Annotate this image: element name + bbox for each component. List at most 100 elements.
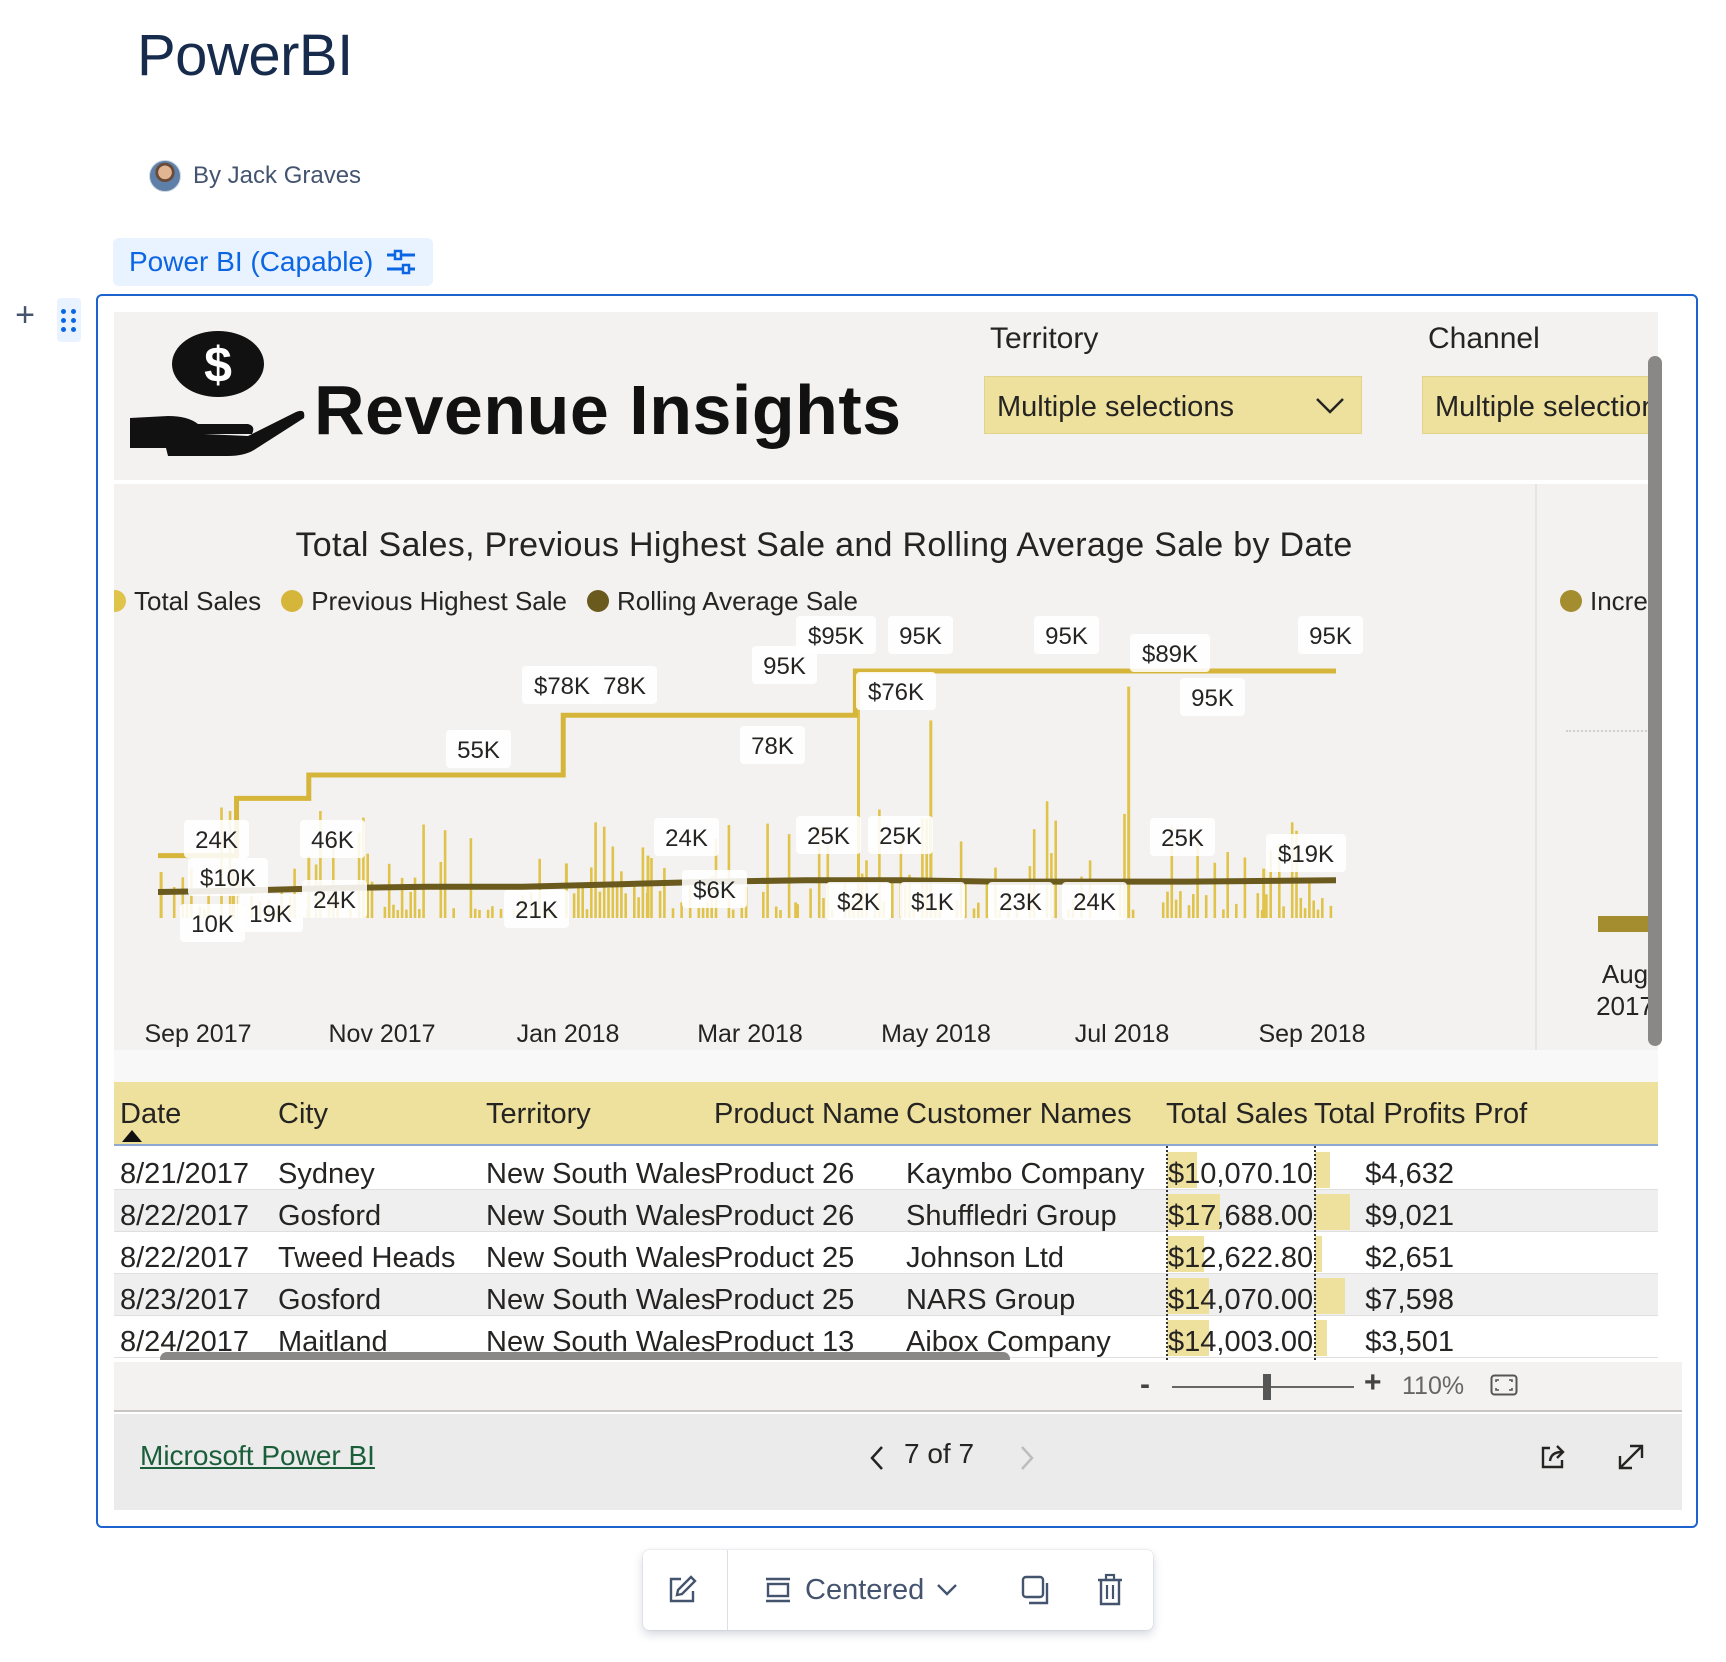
sales-bar <box>1316 909 1320 918</box>
databar-axis-profits <box>1314 1146 1316 1360</box>
insert-plus-icon[interactable]: + <box>10 298 40 332</box>
cell-territory: New South Wales <box>486 1200 716 1232</box>
macro-chip[interactable]: Power BI (Capable) <box>113 238 434 286</box>
sales-bar <box>822 898 825 918</box>
sales-bar <box>1265 894 1268 918</box>
sales-bar <box>473 908 477 918</box>
cell-territory: New South Wales <box>486 1284 716 1316</box>
byline-author[interactable]: By Jack Graves <box>193 162 361 190</box>
data-label: $19K <box>1278 841 1334 868</box>
data-label: 19K <box>249 901 292 928</box>
x-axis-tick-label: Sep 2018 <box>1258 1020 1365 1048</box>
sales-bar <box>602 826 606 918</box>
cell-product-name: Product 26 <box>714 1200 855 1232</box>
sales-combo-chart[interactable]: 24K $10K 10K 19K 46K 24K 55K $78K 78K 21K 24K $6K 78… <box>114 612 1534 1052</box>
previous-page-icon[interactable] <box>868 1444 886 1472</box>
col-header-total-profits[interactable]: Total Profits <box>1314 1098 1466 1131</box>
cell-customer-name: Johnson Ltd <box>906 1242 1065 1274</box>
sales-bar <box>1204 895 1208 918</box>
sales-bar <box>1179 891 1182 918</box>
cell-city: Gosford <box>278 1200 382 1232</box>
avatar[interactable] <box>149 160 181 192</box>
sales-bar <box>1312 900 1315 918</box>
data-label: 24K <box>1073 889 1116 916</box>
table-row[interactable]: 8/22/2017 Tweed Heads New South Wales Produ… <box>114 1232 1658 1274</box>
sales-bar <box>499 908 503 918</box>
col-header-date[interactable]: Date <box>120 1098 181 1131</box>
sales-bar <box>1054 820 1057 918</box>
sales-bar <box>1321 898 1324 918</box>
delete-button[interactable] <box>1095 1570 1125 1610</box>
sales-bar <box>762 891 765 918</box>
share-icon[interactable] <box>1538 1442 1568 1472</box>
cell-total-sales: $12,622.80 <box>1168 1242 1314 1274</box>
x-axis-tick-label: Jan 2018 <box>517 1020 620 1048</box>
sales-bar <box>439 861 443 918</box>
expand-icon[interactable] <box>1616 1442 1646 1472</box>
data-label: 78K <box>603 673 646 700</box>
channel-slicer-dropdown[interactable]: Multiple selections <box>1422 376 1658 434</box>
territory-slicer-dropdown[interactable]: Multiple selections <box>984 376 1362 434</box>
sales-bar <box>731 909 735 918</box>
cell-customer-name: Kaymbo Company <box>906 1158 1145 1190</box>
sales-bar <box>1299 897 1303 918</box>
sales-bar <box>396 910 400 918</box>
drag-handle-icon[interactable] <box>57 298 81 342</box>
sales-bar <box>409 891 412 918</box>
embed-toolbar: Centered <box>643 1550 1153 1630</box>
sales-bar <box>891 880 894 918</box>
table-row[interactable]: 8/22/2017 Gosford New South Wales Product 2… <box>114 1190 1658 1232</box>
sales-bar <box>1192 894 1195 918</box>
svg-text:$: $ <box>204 337 232 393</box>
money-hand-icon: $ <box>130 331 305 456</box>
col-header-profit-margin[interactable]: Prof <box>1474 1098 1527 1131</box>
sales-bar <box>1213 862 1217 918</box>
zoom-in-button[interactable]: + <box>1364 1366 1382 1400</box>
col-header-total-sales[interactable]: Total Sales <box>1166 1098 1308 1131</box>
cell-total-profits: $4,632 <box>1365 1158 1454 1190</box>
col-header-product-name[interactable]: Product Name <box>714 1098 899 1131</box>
cell-customer-name: NARS Group <box>906 1284 1076 1316</box>
trash-icon <box>1098 1573 1122 1606</box>
sales-bar <box>590 867 593 918</box>
legend-dot-total-sales <box>114 590 126 612</box>
table-row[interactable]: 8/21/2017 Sydney New South Wales Product 26… <box>114 1148 1658 1190</box>
edit-icon <box>669 1575 697 1603</box>
next-page-icon[interactable] <box>1018 1444 1036 1472</box>
data-label: $1K <box>911 889 954 916</box>
report-canvas[interactable]: $ Revenue Insights Territory Multiple se… <box>114 312 1658 1360</box>
layout-dropdown[interactable]: Centered <box>763 1570 958 1610</box>
microsoft-power-bi-link[interactable]: Microsoft Power BI <box>140 1440 375 1472</box>
report-header: $ Revenue Insights Territory Multiple se… <box>114 312 1658 480</box>
copy-button[interactable] <box>1019 1570 1053 1610</box>
cell-total-profits: $2,651 <box>1365 1242 1454 1274</box>
zoom-slider-thumb[interactable] <box>1262 1374 1271 1400</box>
cell-customer-name: Shuffledri Group <box>906 1200 1117 1232</box>
zoom-out-button[interactable]: - <box>1140 1368 1150 1402</box>
edit-button[interactable] <box>665 1570 699 1610</box>
data-label: 95K <box>1191 685 1234 712</box>
report-vertical-scrollbar[interactable] <box>1648 356 1662 1046</box>
side-chart-dotted-line <box>1566 730 1658 732</box>
legend-dot-increase <box>1560 590 1582 612</box>
table-horizontal-scrollbar[interactable] <box>160 1352 1010 1360</box>
sales-bar <box>469 838 473 918</box>
x-axis-tick-label: Jul 2018 <box>1075 1020 1170 1048</box>
chevron-down-icon <box>937 1584 958 1596</box>
powerbi-embed-frame[interactable]: $ Revenue Insights Territory Multiple se… <box>96 294 1698 1528</box>
sales-bar <box>620 871 623 918</box>
sales-bar <box>794 902 798 918</box>
col-header-city[interactable]: City <box>278 1098 328 1131</box>
col-header-territory[interactable]: Territory <box>486 1098 591 1131</box>
sales-table[interactable]: Date City Territory Product Name Custome… <box>114 1082 1658 1360</box>
table-row[interactable]: 8/23/2017 Gosford New South Wales Product 2… <box>114 1274 1658 1316</box>
sales-bar <box>650 858 653 918</box>
col-header-customer-names[interactable]: Customer Names <box>906 1098 1132 1131</box>
sales-bar <box>809 888 812 918</box>
fit-to-page-icon[interactable] <box>1490 1374 1518 1396</box>
cell-total-sales: $14,003.00 <box>1168 1326 1314 1358</box>
sales-bar <box>392 904 395 918</box>
data-label: $95K <box>808 623 864 650</box>
x-axis-tick-label: Mar 2018 <box>697 1020 803 1048</box>
byline: By Jack Graves <box>149 160 361 192</box>
